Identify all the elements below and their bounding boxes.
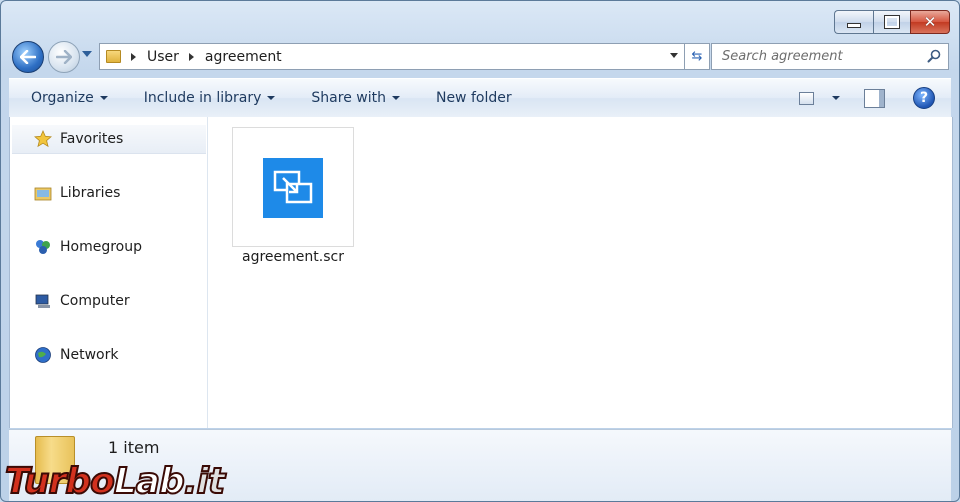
nav-item-network[interactable]: Network: [34, 344, 118, 366]
watermark-it: .it: [183, 461, 226, 502]
recent-pages-dropdown[interactable]: [82, 51, 92, 57]
computer-icon: [34, 292, 52, 310]
navigation-pane: Favorites Libraries Homegroup Computer N…: [10, 117, 208, 428]
refresh-icon: ⇆: [691, 49, 703, 64]
nav-item-libraries[interactable]: Libraries: [34, 182, 120, 204]
view-icon: [799, 91, 814, 105]
nav-item-homegroup[interactable]: Homegroup: [34, 236, 142, 258]
homegroup-icon: [34, 238, 52, 256]
search-box[interactable]: [711, 43, 949, 70]
refresh-button[interactable]: ⇆: [685, 43, 710, 70]
maximize-button[interactable]: [873, 10, 910, 34]
include-in-library-label: Include in library: [143, 90, 262, 106]
new-folder-label: New folder: [435, 90, 512, 106]
toolbar-right: ?: [799, 79, 951, 117]
screensaver-file-icon: [263, 158, 323, 218]
back-button[interactable]: [12, 41, 44, 73]
address-dropdown-icon[interactable]: [670, 53, 678, 58]
breadcrumb-arrow-icon[interactable]: [131, 52, 136, 61]
maximize-icon: [884, 15, 900, 29]
forward-arrow-icon: [56, 50, 72, 64]
chevron-down-icon: [267, 96, 276, 100]
watermark: TurboLab.it: [4, 461, 226, 502]
nav-label-computer: Computer: [60, 293, 130, 309]
search-input[interactable]: [720, 48, 924, 65]
libraries-icon: [34, 184, 52, 202]
address-bar[interactable]: User agreement: [99, 43, 685, 70]
organize-button[interactable]: Organize: [9, 90, 108, 106]
forward-button[interactable]: [48, 41, 80, 73]
new-folder-button[interactable]: New folder: [414, 90, 512, 106]
share-with-button[interactable]: Share with: [289, 90, 400, 106]
close-button[interactable]: ✕: [910, 10, 950, 34]
organize-label: Organize: [31, 90, 94, 106]
caption-buttons: ✕: [834, 10, 950, 34]
chevron-down-icon: [391, 96, 400, 100]
nav-label-favorites: Favorites: [60, 131, 124, 147]
nav-label-libraries: Libraries: [60, 185, 121, 201]
network-icon: [34, 346, 52, 364]
watermark-lab: Lab: [113, 461, 186, 502]
file-list: agreement.scr: [208, 117, 952, 428]
main-area: Favorites Libraries Homegroup Computer N…: [9, 117, 953, 428]
watermark-turbo: Turbo: [4, 461, 116, 502]
file-item[interactable]: [232, 127, 354, 247]
preview-pane-icon[interactable]: [864, 88, 885, 108]
close-icon: ✕: [923, 12, 937, 31]
file-name[interactable]: agreement.scr: [232, 249, 354, 265]
star-icon: [34, 130, 52, 148]
breadcrumb-user[interactable]: User: [147, 49, 179, 65]
folder-icon: [106, 50, 121, 63]
explorer-window: ✕ User agreement ⇆ Search agreement Orga…: [0, 0, 960, 502]
command-bar: Organize Include in library Share with N…: [9, 78, 951, 118]
chevron-down-icon: [99, 96, 108, 100]
nav-label-network: Network: [60, 347, 119, 363]
minimize-icon: [847, 22, 861, 28]
share-with-label: Share with: [311, 90, 386, 106]
navigation-row: User agreement ⇆: [11, 40, 951, 74]
back-arrow-icon: [20, 50, 36, 64]
nav-item-computer[interactable]: Computer: [34, 290, 130, 312]
change-view-button[interactable]: [799, 91, 840, 105]
minimize-button[interactable]: [834, 10, 873, 34]
help-icon[interactable]: ?: [913, 87, 935, 109]
chevron-down-icon[interactable]: [832, 96, 840, 100]
item-count: 1 item: [108, 438, 160, 457]
breadcrumb-arrow-icon[interactable]: [188, 52, 194, 61]
search-icon[interactable]: [927, 49, 941, 63]
breadcrumb-agreement[interactable]: agreement: [205, 49, 282, 65]
include-in-library-button[interactable]: Include in library: [122, 90, 276, 106]
nav-item-favorites[interactable]: Favorites: [34, 128, 123, 150]
nav-label-homegroup: Homegroup: [60, 239, 143, 255]
